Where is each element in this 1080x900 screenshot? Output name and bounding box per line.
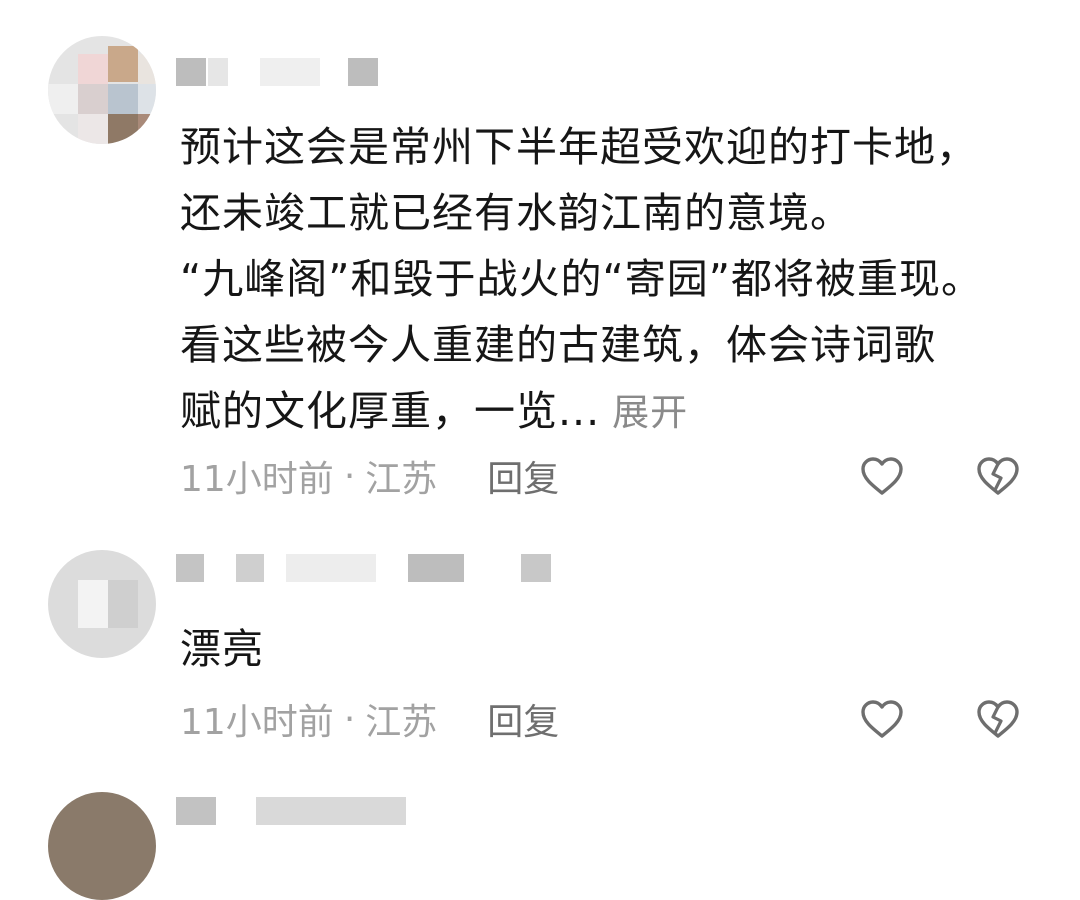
avatar[interactable]	[48, 550, 156, 658]
heart-outline-icon[interactable]	[858, 452, 906, 500]
location: 江苏	[365, 459, 438, 500]
heart-outline-icon[interactable]	[858, 695, 906, 743]
username-blurred[interactable]	[176, 554, 556, 582]
broken-heart-icon[interactable]	[974, 695, 1022, 743]
username-blurred[interactable]	[176, 797, 416, 825]
comment-text: 漂亮	[180, 616, 1050, 682]
avatar[interactable]	[48, 792, 156, 900]
expand-link[interactable]: 展开	[612, 391, 688, 434]
reply-button[interactable]: 回复	[487, 450, 559, 502]
location: 江苏	[365, 702, 438, 743]
comment-line: 还未竣工就已经有水韵江南的意境。	[180, 189, 852, 237]
timestamp: 11小时前	[180, 459, 334, 500]
comment-line: 预计这会是常州下半年超受欢迎的打卡地，	[180, 123, 978, 171]
meta-separator: ·	[343, 698, 356, 740]
broken-heart-icon[interactable]	[974, 452, 1022, 500]
comment-item: 漂亮 11小时前 · 江苏 回复	[0, 520, 1080, 900]
comment-meta: 11小时前 · 江苏 回复	[180, 694, 559, 744]
comment-line: 漂亮	[180, 625, 264, 673]
avatar[interactable]	[48, 36, 156, 144]
comment-line: 赋的文化厚重，一览... 展开	[180, 378, 1050, 446]
comment-line: “九峰阁”和毁于战火的“寄园”都将被重现。	[180, 255, 983, 303]
timestamp: 11小时前	[180, 702, 334, 743]
comment-line-truncated: 赋的文化厚重，一览...	[180, 387, 601, 435]
comment-line: 看这些被今人重建的古建筑，体会诗词歌	[180, 321, 936, 369]
comment-meta: 11小时前 · 江苏 回复	[180, 451, 559, 501]
reply-button[interactable]: 回复	[487, 693, 559, 745]
meta-separator: ·	[343, 455, 356, 497]
comment-text: 预计这会是常州下半年超受欢迎的打卡地， 还未竣工就已经有水韵江南的意境。 “九峰…	[180, 114, 1050, 446]
comment-item: 预计这会是常州下半年超受欢迎的打卡地， 还未竣工就已经有水韵江南的意境。 “九峰…	[0, 0, 1080, 520]
username-blurred[interactable]	[176, 58, 386, 86]
